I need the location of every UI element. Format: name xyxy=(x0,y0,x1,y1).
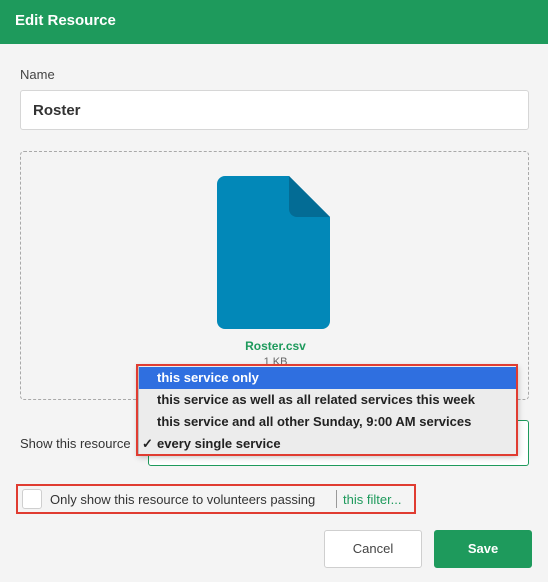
document-icon xyxy=(217,176,330,329)
filter-checkbox[interactable] xyxy=(22,489,42,509)
cancel-button[interactable]: Cancel xyxy=(324,530,422,568)
dropdown-option-related-this-week[interactable]: this service as well as all related serv… xyxy=(139,389,517,411)
dialog-title: Edit Resource xyxy=(15,12,116,29)
checkmark-icon: ✓ xyxy=(142,436,153,451)
name-input[interactable] xyxy=(20,90,529,130)
option-label: every single service xyxy=(157,436,281,451)
filter-link[interactable]: this filter... xyxy=(343,492,402,507)
dropdown-option-sunday-9am[interactable]: this service and all other Sunday, 9:00 … xyxy=(139,411,517,433)
dropdown-option-this-service-only[interactable]: this service only xyxy=(139,367,517,389)
file-dropzone[interactable]: Roster.csv 1 KB xyxy=(20,151,529,400)
filter-separator xyxy=(336,490,337,508)
option-label: this service only xyxy=(157,370,259,385)
visibility-label: Show this resource xyxy=(20,436,131,451)
dropdown-option-every-service[interactable]: ✓ every single service xyxy=(139,433,517,455)
file-name[interactable]: Roster.csv xyxy=(21,339,530,353)
filter-row: Only show this resource to volunteers pa… xyxy=(16,484,416,514)
filter-label: Only show this resource to volunteers pa… xyxy=(50,492,316,507)
option-label: this service as well as all related serv… xyxy=(157,392,475,407)
save-button[interactable]: Save xyxy=(434,530,532,568)
name-label: Name xyxy=(20,67,55,82)
visibility-dropdown-menu: this service only this service as well a… xyxy=(138,365,518,455)
option-label: this service and all other Sunday, 9:00 … xyxy=(157,414,472,429)
dialog-header: Edit Resource xyxy=(0,0,548,44)
